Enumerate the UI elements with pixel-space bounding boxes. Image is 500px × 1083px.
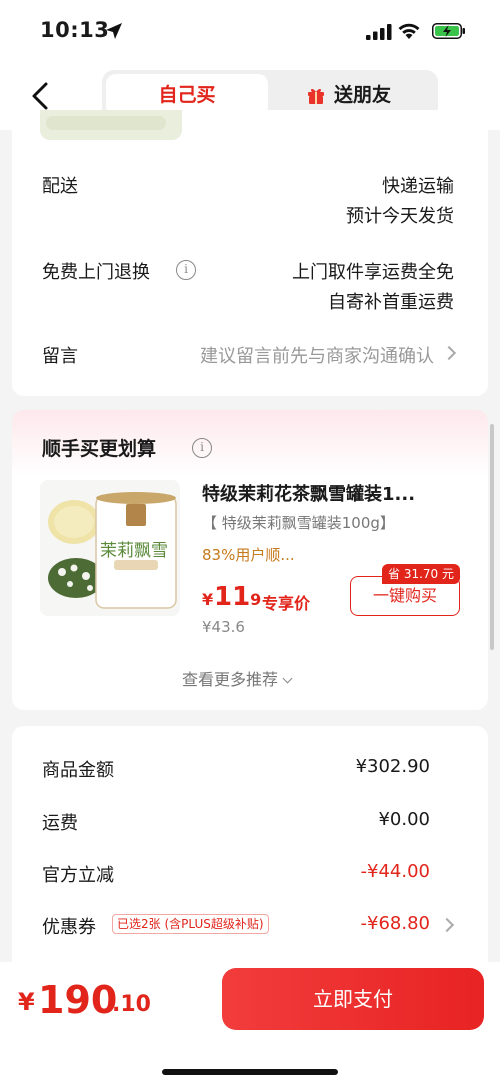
delivery-method: 快递运输 — [382, 176, 454, 197]
status-bar: 10:13 — [0, 0, 500, 62]
recommendation-card: 顺手买更划算 i 茉莉飘雪 特级茉莉花茶飘雪罐装1... 【 特级茉莉飘雪罐装1… — [12, 410, 488, 710]
gift-icon — [308, 88, 324, 104]
chevron-down-icon — [282, 673, 293, 684]
recommendation-title: 顺手买更划算 — [42, 438, 157, 460]
product-thumbnail-partial — [40, 110, 182, 140]
message-input[interactable]: 建议留言前先与商家沟通确认 — [200, 342, 434, 368]
battery-charging-icon — [432, 23, 465, 39]
wifi-icon — [398, 23, 420, 39]
free-return-label: 免费上门退换 — [42, 262, 150, 283]
delivery-eta: 预计今天发货 — [346, 206, 454, 227]
official-discount-label: 官方立减 — [42, 865, 114, 886]
shipping-label: 运费 — [42, 813, 78, 834]
shipping-value: ¥0.00 — [378, 809, 430, 830]
product-spec: 【 特级茉莉飘雪罐装100g】 — [202, 514, 395, 532]
return-pickup-text: 上门取件享运费全免 — [292, 262, 454, 283]
info-icon[interactable]: i — [192, 438, 212, 458]
product-rating: 83%用户顺... — [202, 546, 295, 564]
goods-amount-value: ¥302.90 — [355, 756, 430, 777]
more-recommendations-label: 查看更多推荐 — [182, 670, 279, 689]
delivery-label: 配送 — [42, 176, 78, 197]
total-currency: ¥ — [18, 988, 35, 1016]
pay-now-button[interactable]: 立即支付 — [222, 968, 484, 1030]
location-arrow-icon — [106, 23, 122, 39]
official-discount-value: -¥44.00 — [360, 861, 430, 882]
home-indicator[interactable] — [162, 1069, 338, 1075]
product-name[interactable]: 特级茉莉花茶飘雪罐装1... — [202, 480, 464, 506]
order-options-card: 配送 快递运输 预计今天发货 免费上门退换 i 上门取件享运费全免 自寄补首重运… — [12, 110, 488, 396]
price-symbol: ¥ — [202, 590, 214, 609]
more-recommendations-button[interactable]: 查看更多推荐 — [182, 666, 293, 690]
total-decimal: .10 — [112, 992, 151, 1017]
info-icon[interactable]: i — [176, 260, 196, 280]
coupon-selected-tag[interactable]: 已选2张 (含PLUS超级补贴) — [112, 914, 269, 934]
message-label: 留言 — [42, 346, 78, 367]
cellular-signal-icon — [366, 24, 392, 40]
scrollbar[interactable] — [490, 424, 494, 650]
return-self-send-text: 自寄补首重运费 — [328, 292, 454, 313]
status-time: 10:13 — [40, 18, 110, 42]
chevron-right-icon[interactable] — [439, 917, 455, 933]
original-price: ¥43.6 — [202, 618, 245, 636]
exclusive-price-tag: 专享价 — [262, 594, 311, 613]
goods-amount-label: 商品金额 — [42, 760, 114, 781]
checkout-page: 10:13 自己买 送朋友 配送 快递运输 预计今天发货 免费上门退换 i 上门… — [0, 0, 500, 1083]
checkout-bar: ¥ 190 .10 立即支付 — [0, 962, 500, 1083]
price-breakdown-card: 商品金额 ¥302.90 运费 ¥0.00 官方立减 -¥44.00 优惠券 已… — [12, 726, 488, 986]
product-image[interactable]: 茉莉飘雪 — [40, 480, 180, 616]
price-decimal: .9 — [244, 590, 262, 609]
can-label: 茉莉飘雪 — [100, 541, 168, 561]
savings-badge: 省 31.70 元 — [382, 564, 460, 584]
total-integer: 190 — [38, 978, 118, 1022]
coupon-label: 优惠券 — [42, 917, 96, 938]
coupon-value[interactable]: -¥68.80 — [361, 913, 430, 934]
chevron-right-icon — [441, 345, 457, 361]
